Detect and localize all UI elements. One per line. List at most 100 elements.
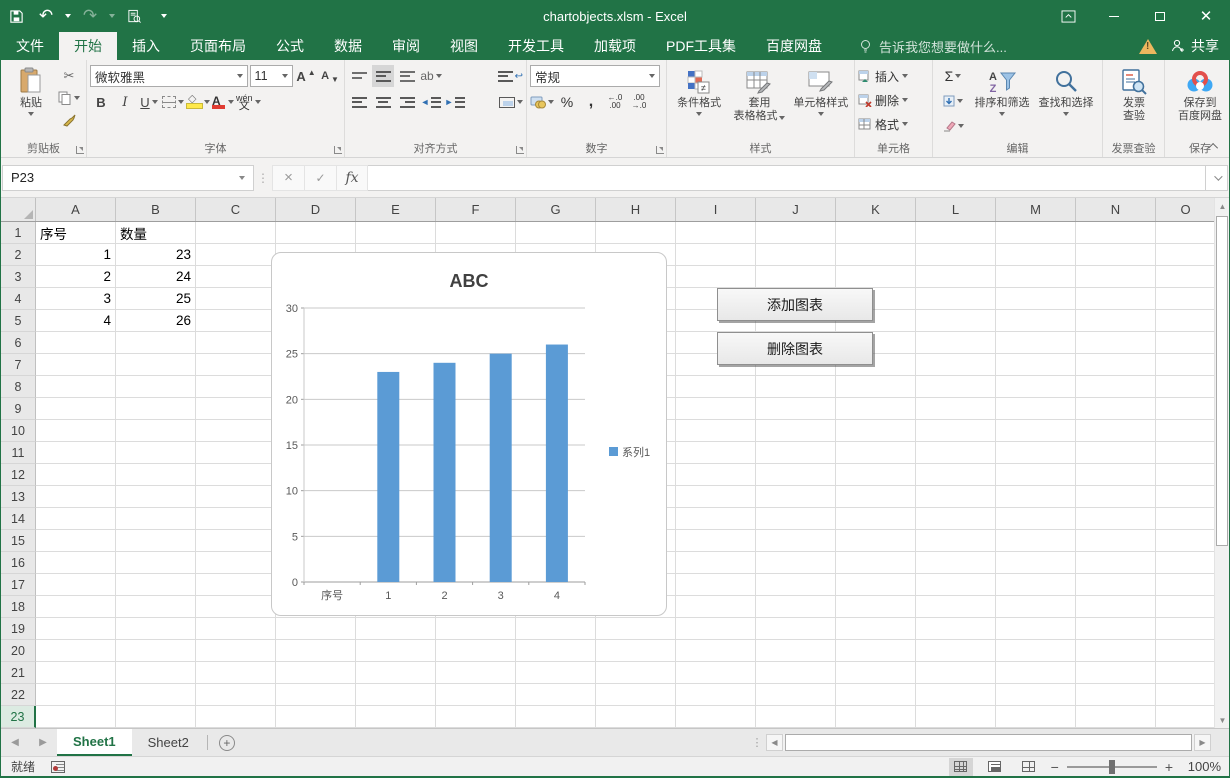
cell-I21[interactable]	[676, 662, 756, 684]
cell-I1[interactable]	[676, 222, 756, 244]
cell-I11[interactable]	[676, 442, 756, 464]
col-header-D[interactable]: D	[276, 198, 356, 221]
align-center-icon[interactable]	[372, 91, 394, 113]
cell-I13[interactable]	[676, 486, 756, 508]
cell-O15[interactable]	[1156, 530, 1216, 552]
customize-qat-icon[interactable]	[157, 0, 171, 32]
cell-I18[interactable]	[676, 596, 756, 618]
invoice-check-button[interactable]: 发票 查验	[1106, 63, 1162, 141]
cell-A6[interactable]	[36, 332, 116, 354]
cell-N13[interactable]	[1076, 486, 1156, 508]
sort-filter-button[interactable]: AZ 排序和筛选	[970, 63, 1034, 141]
cell-O22[interactable]	[1156, 684, 1216, 706]
merge-center-icon[interactable]	[499, 91, 523, 113]
cell-B19[interactable]	[116, 618, 196, 640]
increase-font-icon[interactable]: A▲	[295, 65, 317, 87]
cell-A20[interactable]	[36, 640, 116, 662]
cell-G20[interactable]	[516, 640, 596, 662]
row-header-11[interactable]: 11	[1, 442, 36, 464]
row-header-4[interactable]: 4	[1, 288, 36, 310]
cell-N2[interactable]	[1076, 244, 1156, 266]
ribbon-tab-10[interactable]: 加载项	[579, 32, 651, 60]
cell-K17[interactable]	[836, 574, 916, 596]
align-left-icon[interactable]	[348, 91, 370, 113]
row-header-10[interactable]: 10	[1, 420, 36, 442]
scroll-down-icon[interactable]: ▼	[1215, 712, 1230, 728]
cell-J23[interactable]	[756, 706, 836, 728]
cell-O19[interactable]	[1156, 618, 1216, 640]
cell-M14[interactable]	[996, 508, 1076, 530]
cell-B16[interactable]	[116, 552, 196, 574]
cell-C10[interactable]	[196, 420, 276, 442]
cell-O3[interactable]	[1156, 266, 1216, 288]
cell-M5[interactable]	[996, 310, 1076, 332]
cell-C19[interactable]	[196, 618, 276, 640]
sheet-tab-sheet1[interactable]: Sheet1	[57, 729, 132, 756]
vertical-scroll-thumb[interactable]	[1216, 216, 1228, 546]
cell-N15[interactable]	[1076, 530, 1156, 552]
cell-C17[interactable]	[196, 574, 276, 596]
row-header-17[interactable]: 17	[1, 574, 36, 596]
ribbon-tab-6[interactable]: 数据	[319, 32, 377, 60]
row-header-5[interactable]: 5	[1, 310, 36, 332]
cell-K3[interactable]	[836, 266, 916, 288]
cell-K19[interactable]	[836, 618, 916, 640]
cell-N12[interactable]	[1076, 464, 1156, 486]
cell-K11[interactable]	[836, 442, 916, 464]
cell-L5[interactable]	[916, 310, 996, 332]
ribbon-tab-1[interactable]: 文件	[1, 32, 59, 60]
cut-icon[interactable]: ✂	[58, 65, 80, 87]
cell-O12[interactable]	[1156, 464, 1216, 486]
cell-N1[interactable]	[1076, 222, 1156, 244]
page-break-view-icon[interactable]	[1017, 758, 1041, 776]
cell-O6[interactable]	[1156, 332, 1216, 354]
fill-color-button[interactable]	[186, 91, 210, 113]
cell-J16[interactable]	[756, 552, 836, 574]
cell-M23[interactable]	[996, 706, 1076, 728]
tell-me-box[interactable]: 告诉我您想要做什么...	[859, 32, 1007, 60]
zoom-in-icon[interactable]: +	[1165, 759, 1173, 775]
clipboard-dialog-launcher[interactable]	[76, 146, 84, 154]
cell-A1[interactable]: 序号	[36, 222, 116, 244]
cell-B3[interactable]: 24	[116, 266, 196, 288]
increase-indent-icon[interactable]: ►	[444, 91, 466, 113]
align-bottom-icon[interactable]	[396, 65, 418, 87]
vertical-scrollbar[interactable]: ▲ ▼	[1214, 198, 1229, 728]
cell-A22[interactable]	[36, 684, 116, 706]
cell-B23[interactable]	[116, 706, 196, 728]
form-button-1[interactable]: 添加图表	[717, 288, 873, 321]
cell-E19[interactable]	[356, 618, 436, 640]
cell-B2[interactable]: 23	[116, 244, 196, 266]
cell-N11[interactable]	[1076, 442, 1156, 464]
decrease-font-icon[interactable]: A▼	[319, 65, 341, 87]
cell-F21[interactable]	[436, 662, 516, 684]
paste-button[interactable]: 粘贴	[4, 63, 58, 141]
normal-view-icon[interactable]	[949, 758, 973, 776]
cell-J8[interactable]	[756, 376, 836, 398]
number-dialog-launcher[interactable]	[656, 146, 664, 154]
cell-M1[interactable]	[996, 222, 1076, 244]
cell-N16[interactable]	[1076, 552, 1156, 574]
italic-button[interactable]: I	[114, 91, 136, 113]
orientation-icon[interactable]: ab	[420, 65, 442, 87]
cell-M15[interactable]	[996, 530, 1076, 552]
cell-K9[interactable]	[836, 398, 916, 420]
scrollbar-splitter[interactable]: ⋮	[748, 729, 766, 756]
cell-A2[interactable]: 1	[36, 244, 116, 266]
row-header-9[interactable]: 9	[1, 398, 36, 420]
cell-E22[interactable]	[356, 684, 436, 706]
cell-K16[interactable]	[836, 552, 916, 574]
col-header-F[interactable]: F	[436, 198, 516, 221]
cell-B13[interactable]	[116, 486, 196, 508]
col-header-K[interactable]: K	[836, 198, 916, 221]
cell-M9[interactable]	[996, 398, 1076, 420]
sheet-tab-sheet2[interactable]: Sheet2	[132, 729, 205, 756]
cell-K1[interactable]	[836, 222, 916, 244]
row-header-7[interactable]: 7	[1, 354, 36, 376]
close-button[interactable]: ✕	[1183, 0, 1229, 32]
cancel-icon[interactable]: ×	[272, 165, 304, 191]
ribbon-tab-8[interactable]: 视图	[435, 32, 493, 60]
zoom-slider[interactable]: − +	[1051, 759, 1173, 775]
cell-K23[interactable]	[836, 706, 916, 728]
row-header-6[interactable]: 6	[1, 332, 36, 354]
